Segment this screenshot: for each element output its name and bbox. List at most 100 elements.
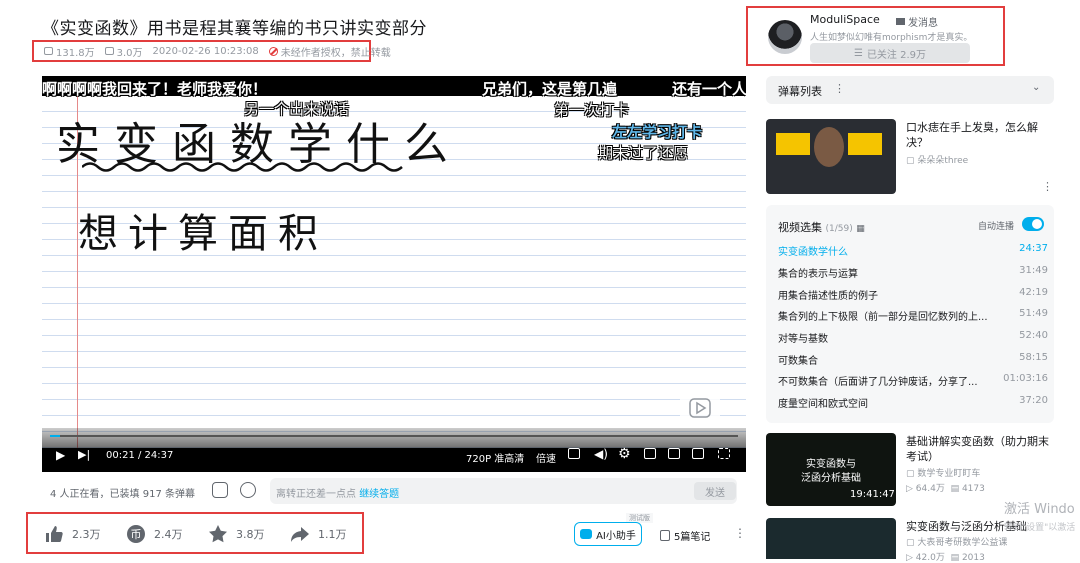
play-count-icon [44,47,53,55]
pip-icon[interactable] [644,448,656,459]
next-icon[interactable]: ▶| [78,448,90,461]
more-icon[interactable]: ⋮ [734,526,746,540]
notes-button[interactable]: 5篇笔记 [660,528,710,543]
danmaku-toggle-icon[interactable] [212,482,228,498]
up-icon: ▢ [906,538,918,548]
video-title: 《实变函数》用书是程其襄等编的书只讲实变部分 [42,19,427,39]
favorite-button[interactable]: 3.8万 [208,524,265,544]
episode-item[interactable]: 可数集合 58:15 [778,352,1048,370]
danmaku-comment: 啊啊啊啊我回来了！老师我爱你！ [42,80,268,98]
time-display: 00:21 / 24:37 [106,450,174,461]
star-icon [209,525,227,543]
volume-icon[interactable]: ◀) [594,447,608,461]
activation-watermark-sub: 转到"设置"以激活 [1004,523,1076,533]
thumb-text: 泛函分析基础 [801,473,861,484]
send-button[interactable]: 发送 [694,482,736,500]
autoplay-toggle[interactable] [1022,217,1044,231]
thumb-face [814,127,844,167]
thumb-text: 实变函数与 [806,459,856,470]
danmaku-comment: 兄弟们，这是第几遍 [482,80,618,98]
danmaku-list-header[interactable]: 弹幕列表 ⋮ ⌄ [766,76,1054,104]
episode-item[interactable]: 不可数集合（后面讲了几分钟废话，分享了... 01:03:16 [778,373,1048,391]
mail-icon [896,18,905,25]
svg-text:币: 币 [131,528,142,541]
web-fullscreen-icon[interactable] [692,448,704,459]
share-arrow-icon [291,527,309,542]
up-icon: ▢ [906,156,918,166]
replay-icon[interactable] [680,388,720,428]
episode-item[interactable]: 用集合描述性质的例子 42:19 [778,287,1048,305]
copyright-notice: 未经作者授权，禁止转载 [268,44,391,59]
danmaku-placeholder: 离转正还差一点点 [276,489,356,500]
rec-thumbnail[interactable] [766,518,896,559]
more-icon[interactable]: ⋮ [1042,180,1053,193]
progress-bar[interactable] [50,435,738,437]
publish-date: 2020-02-26 10:23:08 [152,45,259,57]
player-controls: ▶ ▶| 00:21 / 24:37 720P 准高清 倍速 ◀) ⚙ [42,428,746,472]
continue-quiz-link[interactable]: 继续答题 [359,489,399,500]
rec-title[interactable]: 口水痣在手上发臭，怎么解决？ [906,120,1056,150]
thumb-yellow-tag [776,133,810,155]
danmaku-count-icon: ▤ [950,553,962,563]
wavy-underline [82,162,403,172]
danmaku-count-icon [104,47,114,55]
up-icon: ▢ [906,469,918,479]
ai-assistant-button[interactable]: AI小助手 [574,522,642,546]
play-count-icon: ▷ [906,484,916,494]
thumb-yellow-tag [848,133,882,155]
coin-icon: 币 [127,525,145,543]
follow-button[interactable]: ☰ 已关注 2.9万 [810,43,970,63]
views-stat: 131.8万 [44,44,95,59]
coin-button[interactable]: 币 2.4万 [126,524,183,544]
wide-mode-icon[interactable] [668,448,680,459]
uploader-signature: 人生如梦似幻唯有morphism才是真实。 [810,33,973,43]
episode-item[interactable]: 集合列的上下极限（前一部分是回忆数列的上... 51:49 [778,308,1048,326]
uploader-name[interactable]: ModuliSpace [810,13,880,26]
settings-icon[interactable]: ⚙ [618,446,631,462]
collection-count: (1/59) [825,224,853,234]
rec-author[interactable]: ▢ 数学专业盯盯车 [906,466,980,479]
avatar[interactable] [768,20,802,54]
danmaku-settings-icon[interactable] [240,482,256,498]
thumbs-up-icon [46,526,63,542]
danmaku-comment: 还有一个人 [672,80,746,98]
menu-icon: ☰ [853,47,863,59]
danmaku-comment: 另一个出来说话 [244,100,350,118]
more-icon[interactable]: ⋮ [834,82,845,95]
share-button[interactable]: 1.1万 [290,524,347,544]
handwriting-line-2: 想计算面积 [78,211,328,257]
progress-fill [50,435,60,437]
episode-item[interactable]: 度量空间和欧式空间 37:20 [778,395,1048,413]
subtitle-icon[interactable] [568,448,580,459]
rec-author[interactable]: ▢ 朵朵朵three [906,153,968,166]
message-button[interactable]: 发消息 [896,14,938,29]
grid-view-icon[interactable]: ▦ [856,224,865,234]
action-toolbar: 2.3万 币 2.4万 3.8万 1.1万 [26,512,364,554]
fullscreen-icon[interactable] [718,448,730,459]
no-repost-icon [268,46,278,56]
quality-button[interactable]: 720P 准高清 [466,450,524,465]
rec-stats: ▷ 42.0万 ▤ 2013 [906,553,985,563]
rec-stats: ▷ 64.4万 ▤ 4173 [906,484,985,494]
play-icon[interactable]: ▶ [56,448,65,462]
speed-button[interactable]: 倍速 [536,450,556,465]
rec-thumbnail[interactable]: 实变函数与 泛函分析基础 19:41:47 [766,433,896,506]
chevron-down-icon[interactable]: ⌄ [1032,82,1040,93]
episode-item[interactable]: 集合的表示与运算 31:49 [778,265,1048,283]
danmaku-input[interactable]: 离转正还差一点点 继续答题 发送 [270,478,737,504]
robot-icon [580,529,593,539]
episode-item[interactable]: 对等与基数 52:40 [778,330,1048,348]
episode-item[interactable]: 实变函数学什么 24:37 [778,243,1048,261]
play-count-icon: ▷ [906,553,916,563]
rec-author[interactable]: ▢ 大表哥考研数学公益课 [906,535,1007,548]
video-meta: 131.8万 3.0万 2020-02-26 10:23:08 未经作者授权，禁… [32,40,391,62]
danmaku-comment: 期末过了还愿 [598,144,689,162]
video-player[interactable]: 实变函数学什么 想计算面积 啊啊啊啊我回来了！老师我爱你！ 兄弟们，这是第几遍 … [42,76,746,472]
rec-title[interactable]: 基础讲解实变函数（助力期末考试） [906,434,1056,464]
activation-watermark: 激活 Windo [1004,502,1075,517]
danmaku-list-label: 弹幕列表 [778,85,822,98]
rec-thumbnail[interactable] [766,119,896,194]
autoplay-label: 自动连播 [978,222,1015,232]
danmaku-comment: 左左学习打卡 [612,123,703,141]
like-button[interactable]: 2.3万 [44,524,101,544]
